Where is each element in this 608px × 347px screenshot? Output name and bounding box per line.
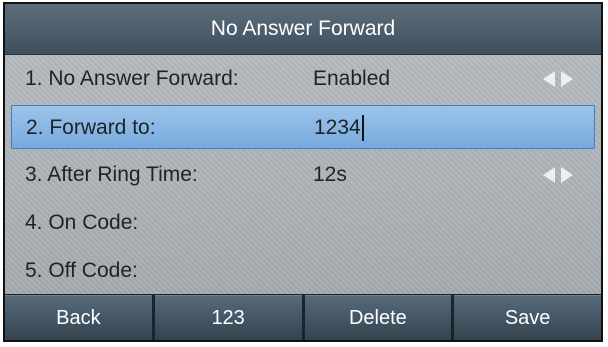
row-off-code[interactable]: 5. Off Code: bbox=[11, 249, 595, 293]
softkey-bar: Back 123 Delete Save bbox=[5, 294, 601, 340]
row-label: 1. No Answer Forward: bbox=[25, 67, 239, 90]
no-answer-forward-value: Enabled bbox=[313, 67, 391, 90]
settings-list: 1. No Answer Forward: Enabled 2. Forward… bbox=[5, 54, 601, 296]
phone-screen: No Answer Forward 1. No Answer Forward: … bbox=[3, 2, 603, 342]
arrow-right-icon[interactable] bbox=[561, 167, 573, 183]
row-label: 4. On Code: bbox=[25, 211, 139, 234]
title-bar: No Answer Forward bbox=[5, 4, 601, 55]
input-mode-button[interactable]: 123 bbox=[154, 295, 302, 340]
row-label: 3. After Ring Time: bbox=[25, 163, 198, 186]
text-cursor bbox=[361, 115, 364, 141]
arrow-left-icon[interactable] bbox=[543, 71, 555, 87]
row-after-ring-time[interactable]: 3. After Ring Time: 12s bbox=[11, 153, 595, 197]
option-switcher[interactable] bbox=[543, 153, 573, 197]
option-switcher[interactable] bbox=[543, 57, 573, 101]
row-on-code[interactable]: 4. On Code: bbox=[11, 201, 595, 245]
after-ring-time-value: 12s bbox=[313, 163, 347, 186]
arrow-left-icon[interactable] bbox=[543, 167, 555, 183]
back-button[interactable]: Back bbox=[5, 295, 152, 340]
delete-button[interactable]: Delete bbox=[304, 295, 452, 340]
forward-to-input[interactable]: 1234 bbox=[314, 106, 364, 150]
row-label: 2. Forward to: bbox=[26, 116, 156, 139]
row-label: 5. Off Code: bbox=[25, 259, 138, 282]
row-forward-to[interactable]: 2. Forward to: 1234 bbox=[11, 105, 595, 149]
row-no-answer-forward[interactable]: 1. No Answer Forward: Enabled bbox=[11, 57, 595, 101]
page-title: No Answer Forward bbox=[210, 17, 396, 40]
forward-to-text: 1234 bbox=[314, 116, 361, 139]
arrow-right-icon[interactable] bbox=[561, 71, 573, 87]
save-button[interactable]: Save bbox=[454, 295, 601, 340]
